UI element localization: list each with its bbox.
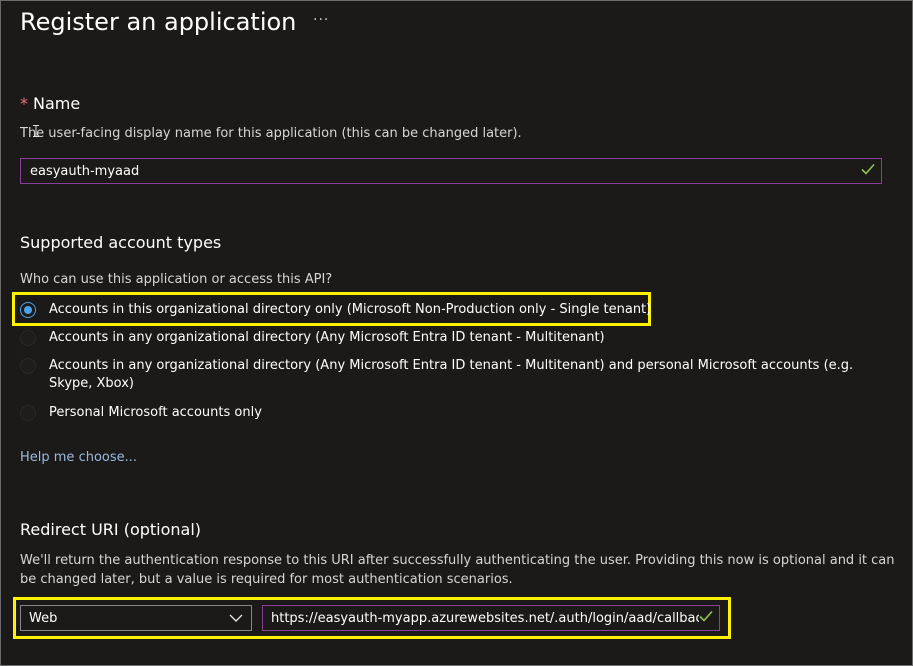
redirect-uri-input[interactable]: https://easyauth-myapp.azurewebsites.net… bbox=[262, 605, 720, 631]
required-marker: * bbox=[20, 94, 28, 113]
radio-option-personal-only[interactable]: Personal Microsoft accounts only bbox=[20, 404, 880, 422]
account-types-question: Who can use this application or access t… bbox=[20, 272, 333, 287]
valid-check-icon bbox=[699, 610, 719, 626]
radio-selected-icon[interactable] bbox=[20, 302, 36, 318]
radio-unselected-icon[interactable] bbox=[20, 330, 36, 346]
radio-option-label: Accounts in this organizational director… bbox=[49, 302, 652, 317]
name-input[interactable]: easyauth-myaad bbox=[20, 158, 882, 184]
page-title: Register an application bbox=[20, 8, 297, 36]
radio-option-label: Personal Microsoft accounts only bbox=[49, 405, 262, 420]
more-options-button[interactable]: ··· bbox=[313, 12, 329, 28]
redirect-description-line1: We'll return the authentication response… bbox=[20, 553, 895, 568]
radio-unselected-icon[interactable] bbox=[20, 358, 36, 374]
name-input-value: easyauth-myaad bbox=[30, 163, 140, 179]
help-me-choose-link[interactable]: Help me choose... bbox=[20, 450, 137, 465]
redirect-uri-heading: Redirect URI (optional) bbox=[20, 520, 202, 539]
platform-select[interactable]: Web bbox=[20, 605, 252, 631]
radio-unselected-icon[interactable] bbox=[20, 405, 36, 421]
valid-check-icon bbox=[861, 163, 881, 179]
radio-option-label: Accounts in any organizational directory… bbox=[49, 358, 854, 391]
name-heading-label: Name bbox=[33, 94, 81, 113]
radio-option-multitenant[interactable]: Accounts in any organizational directory… bbox=[20, 329, 880, 347]
chevron-down-icon bbox=[229, 614, 251, 622]
name-description: The user-facing display name for this ap… bbox=[20, 126, 522, 141]
radio-option-label: Accounts in any organizational directory… bbox=[49, 330, 605, 345]
redirect-uri-value: https://easyauth-myapp.azurewebsites.net… bbox=[271, 610, 699, 626]
redirect-description-line2: be changed later, but a value is require… bbox=[20, 572, 513, 587]
account-types-heading: Supported account types bbox=[20, 233, 222, 252]
radio-option-multitenant-personal[interactable]: Accounts in any organizational directory… bbox=[20, 357, 882, 393]
radio-option-single-tenant[interactable]: Accounts in this organizational director… bbox=[20, 301, 880, 319]
platform-select-value: Web bbox=[29, 610, 58, 626]
name-heading: * Name bbox=[20, 94, 80, 113]
text-cursor-icon bbox=[33, 125, 39, 137]
